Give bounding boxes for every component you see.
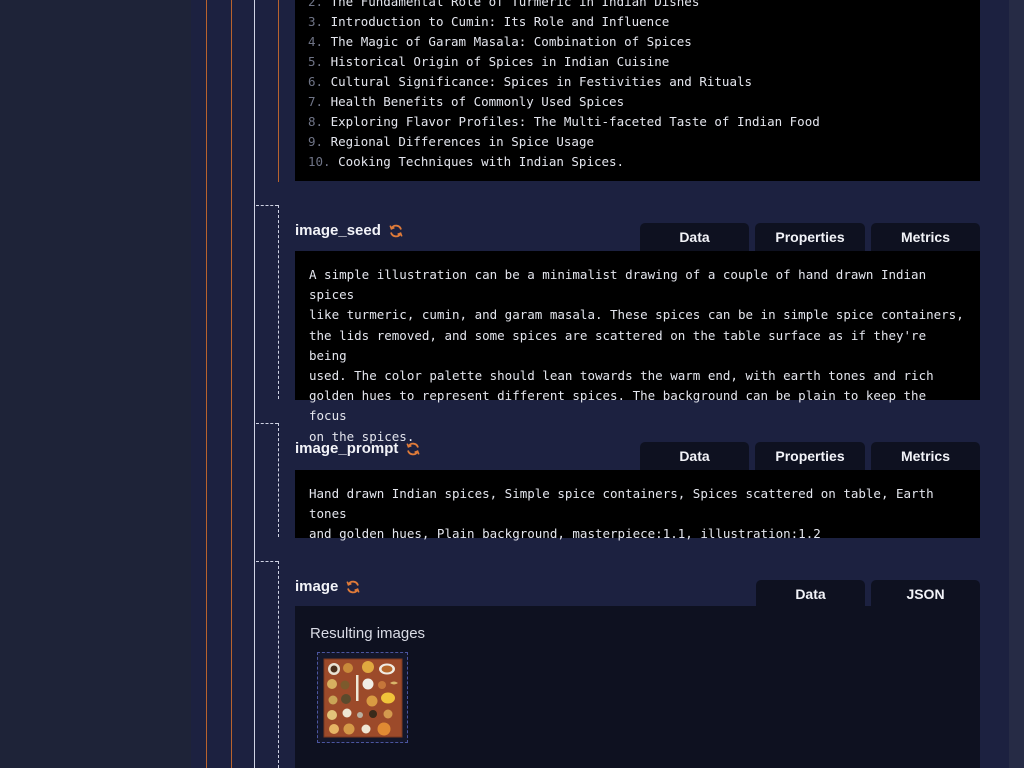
list-item: 2. The Fundamental Role of Turmeric in I… bbox=[308, 0, 700, 9]
tab-metrics[interactable]: Metrics bbox=[871, 442, 980, 470]
refresh-icon[interactable] bbox=[345, 579, 361, 595]
section-title-image: image bbox=[295, 578, 361, 595]
resulting-images-panel: Resulting images bbox=[295, 606, 980, 768]
tree-line bbox=[231, 0, 232, 768]
tab-metrics[interactable]: Metrics bbox=[871, 223, 980, 251]
section-title-image-seed: image_seed bbox=[295, 222, 404, 239]
tree-line bbox=[206, 0, 207, 768]
list-item: 8. Exploring Flavor Profiles: The Multi-… bbox=[308, 114, 820, 129]
tree-branch bbox=[256, 423, 278, 424]
tab-data[interactable]: Data bbox=[640, 442, 749, 470]
tree-branch bbox=[256, 205, 278, 206]
tab-data[interactable]: Data bbox=[640, 223, 749, 251]
tab-properties[interactable]: Properties bbox=[755, 223, 865, 251]
results-heading: Resulting images bbox=[310, 625, 426, 642]
tab-data[interactable]: Data bbox=[756, 580, 865, 608]
refresh-icon[interactable] bbox=[388, 223, 404, 239]
list-item: 10. Cooking Techniques with Indian Spice… bbox=[308, 154, 625, 169]
section-label: image_prompt bbox=[295, 440, 399, 457]
refresh-icon[interactable] bbox=[405, 441, 421, 457]
tree-branch bbox=[278, 423, 279, 537]
list-item: 4. The Magic of Garam Masala: Combinatio… bbox=[308, 34, 692, 49]
tree-line bbox=[278, 0, 279, 182]
list-item: 5. Historical Origin of Spices in Indian… bbox=[308, 54, 670, 69]
list-item: 6. Cultural Significance: Spices in Fest… bbox=[308, 74, 753, 89]
section-title-image-prompt: image_prompt bbox=[295, 440, 421, 457]
list-item: 7. Health Benefits of Commonly Used Spic… bbox=[308, 94, 625, 109]
tab-json[interactable]: JSON bbox=[871, 580, 980, 608]
tree-branch bbox=[256, 561, 278, 562]
tree-branch bbox=[278, 561, 279, 768]
spices-illustration-image bbox=[323, 658, 403, 738]
tree-branch bbox=[278, 205, 279, 399]
image-seed-output: A simple illustration can be a minimalis… bbox=[295, 251, 980, 444]
outline-output: 2. The Fundamental Role of Turmeric in I… bbox=[295, 0, 980, 181]
section-label: image bbox=[295, 578, 339, 595]
section-label: image_seed bbox=[295, 222, 381, 239]
tree-line bbox=[254, 0, 255, 768]
tab-properties[interactable]: Properties bbox=[755, 442, 865, 470]
scrollbar-track[interactable] bbox=[1009, 0, 1024, 768]
image-prompt-output: Hand drawn Indian spices, Simple spice c… bbox=[295, 470, 980, 541]
list-item: 3. Introduction to Cumin: Its Role and I… bbox=[308, 14, 670, 29]
left-sidebar-gutter bbox=[0, 0, 191, 768]
list-item: 9. Regional Differences in Spice Usage bbox=[308, 134, 594, 149]
result-image-thumbnail[interactable] bbox=[317, 652, 408, 743]
